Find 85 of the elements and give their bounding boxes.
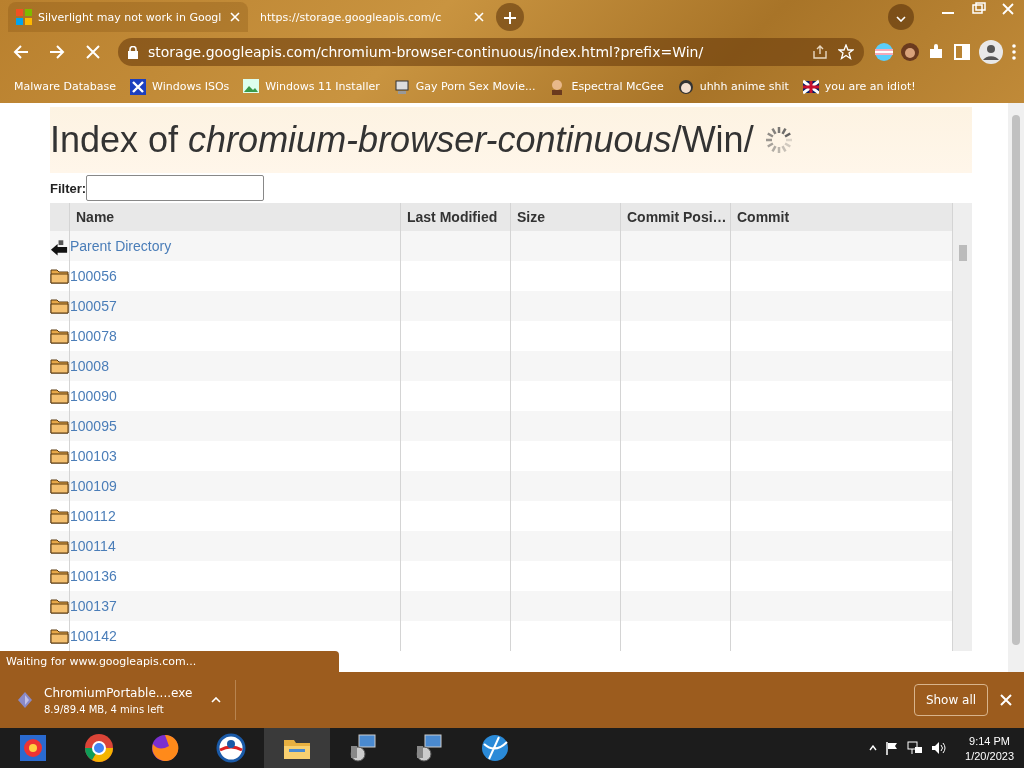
link[interactable]: 100056	[70, 268, 117, 284]
bookmark[interactable]: Windows ISOs	[130, 78, 230, 95]
column-header[interactable]: Size	[511, 203, 621, 231]
file-icon	[18, 692, 32, 708]
close-icon[interactable]	[474, 12, 484, 22]
column-header[interactable]: Last Modified	[401, 203, 511, 231]
bookmark[interactable]: Malware Database	[14, 80, 117, 93]
new-tab-button[interactable]	[496, 3, 524, 31]
link[interactable]: 100112	[70, 508, 116, 524]
chevron-up-icon[interactable]	[869, 745, 878, 751]
bookmark[interactable]: Windows 11 Installer	[243, 78, 380, 95]
column-header[interactable]: Commit Posi…	[621, 203, 731, 231]
download-item[interactable]: ChromiumPortable....exe 8.9/89.4 MB, 4 mins left	[18, 680, 236, 720]
link[interactable]: 100137	[70, 598, 117, 614]
folder-icon	[50, 298, 69, 314]
folder-icon	[50, 538, 69, 554]
four-squares-icon	[16, 9, 32, 25]
star-icon[interactable]	[838, 44, 854, 60]
browser-tab[interactable]: Silverlight may not work in Googl	[8, 2, 248, 32]
side-panel-icon[interactable]	[952, 42, 972, 62]
chevron-down-icon	[896, 15, 906, 22]
folder-icon	[50, 268, 69, 284]
browser-icon[interactable]	[149, 732, 181, 764]
speaker-icon[interactable]	[931, 741, 948, 755]
bookmark[interactable]: Gay Porn Sex Movie...	[393, 78, 536, 95]
bookmark[interactable]: uhhh anime shit	[677, 78, 789, 95]
filter-label: Filter:	[50, 180, 87, 196]
figure-icon	[677, 78, 694, 95]
bookmark[interactable]: you are an idiot!	[802, 78, 916, 95]
link[interactable]: 100109	[70, 478, 117, 494]
plus-icon	[504, 12, 516, 24]
network-icon[interactable]	[907, 741, 924, 755]
link[interactable]: 100142	[70, 628, 117, 644]
flag-circle-icon[interactable]	[874, 42, 894, 62]
page-heading: Index of chromium-browser-continuous/Win/	[50, 119, 754, 161]
link[interactable]: 100090	[70, 388, 117, 404]
link[interactable]: 100114	[70, 538, 116, 554]
link[interactable]: 100078	[70, 328, 117, 344]
x-logo-icon	[130, 78, 147, 95]
app-icon[interactable]	[215, 732, 247, 764]
app-icon[interactable]	[17, 732, 49, 764]
folder-icon	[50, 598, 69, 614]
flag-icon[interactable]	[885, 741, 900, 755]
share-icon[interactable]	[812, 44, 828, 60]
folder-icon	[50, 418, 69, 434]
link[interactable]: Parent Directory	[70, 238, 172, 254]
scrollbar[interactable]	[953, 203, 972, 651]
link[interactable]: 100095	[70, 418, 117, 434]
folder-icon	[50, 568, 69, 584]
folder-icon	[50, 478, 69, 494]
tab-search-button[interactable]	[888, 4, 914, 30]
column-header[interactable]: Name	[70, 203, 401, 231]
folder-icon	[50, 358, 69, 374]
link[interactable]: 10008	[70, 358, 109, 374]
folder-icon	[50, 508, 69, 524]
flag-icon	[802, 78, 819, 95]
folder-icon	[50, 448, 69, 464]
browser-tab[interactable]: https://storage.googleapis.com/c	[252, 2, 492, 32]
status-bubble: Waiting for www.googleapis.com...	[0, 651, 339, 672]
link[interactable]: 100136	[70, 568, 117, 584]
filter-field[interactable]	[86, 175, 265, 201]
computer-icon	[393, 78, 410, 95]
folder-icon	[50, 628, 69, 644]
close-icon[interactable]	[1000, 693, 1012, 706]
installer-icon[interactable]	[413, 732, 445, 764]
link[interactable]: 100057	[70, 298, 117, 314]
installer-icon[interactable]	[347, 732, 379, 764]
menu-icon[interactable]	[1010, 42, 1018, 62]
link[interactable]: 100103	[70, 448, 117, 464]
avatar-icon[interactable]	[900, 42, 920, 62]
show-all-button[interactable]: Show all	[914, 684, 988, 716]
folder-icon	[50, 328, 69, 344]
profile-icon[interactable]	[978, 39, 1004, 65]
image-icon	[243, 78, 260, 95]
scrollbar[interactable]	[1008, 103, 1024, 672]
bookmark[interactable]: Espectral McGee	[549, 78, 664, 95]
caret-icon[interactable]	[211, 697, 221, 703]
close-icon[interactable]	[230, 12, 240, 22]
lock-icon	[128, 45, 138, 59]
browser-icon[interactable]	[83, 732, 115, 764]
clock[interactable]: 9:14 PM 1/20/2023	[965, 734, 1014, 762]
address-bar[interactable]: storage.googleapis.com/chromium-browser-continuous/index.html?prefix=Win/	[118, 38, 864, 66]
app-icon[interactable]	[479, 732, 511, 764]
folder-icon	[50, 388, 69, 404]
column-header[interactable]: Commit	[731, 203, 953, 231]
